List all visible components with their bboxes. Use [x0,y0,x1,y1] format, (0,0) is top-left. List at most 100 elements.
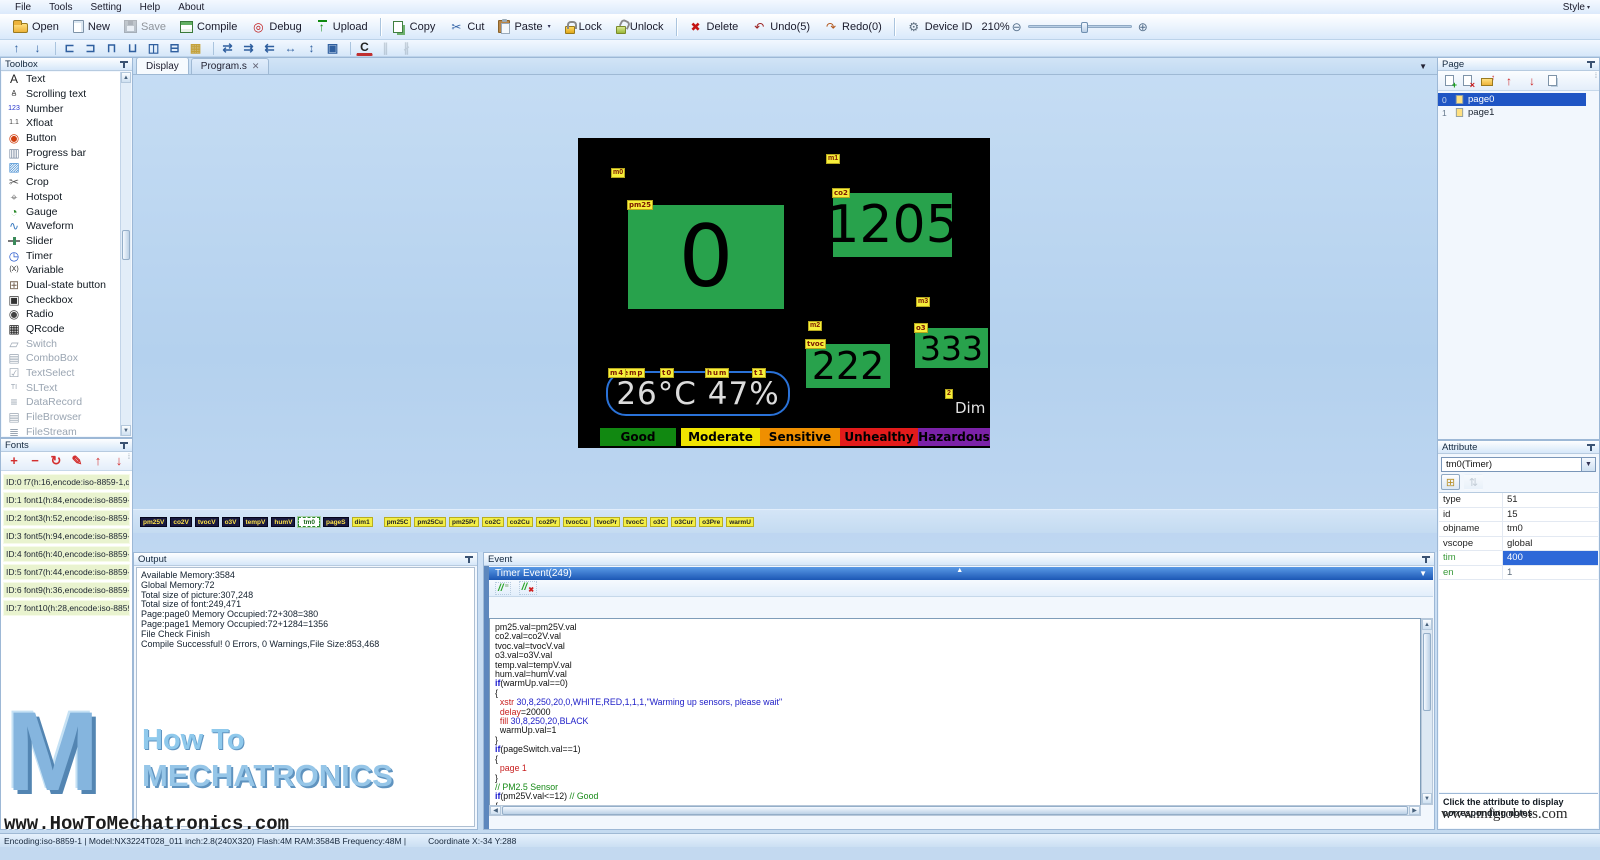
toolbox-item-radio[interactable]: ◉Radio [2,307,120,322]
scrollbar-thumb[interactable] [502,806,1408,815]
component-tag-o3[interactable]: o3 [914,323,928,333]
object-tag-pm25Cu[interactable]: pm25Cu [414,517,446,527]
same-size-button[interactable]: ▣ [324,41,341,55]
copy-button[interactable]: Copy [386,18,443,36]
same-height-button[interactable]: ↕ [303,41,320,55]
zoom-slider-thumb[interactable] [1081,22,1088,33]
component-tag-m3[interactable]: m3 [916,297,930,307]
attribute-category-button[interactable]: ⊞ [1441,474,1460,490]
design-canvas[interactable]: DisplayProgram.s✕▼ m0 m1 m2 m3 pm25 0 co… [133,57,1437,552]
component-tag-m4[interactable]: m4 [608,368,626,378]
timer-event-bar[interactable]: Timer Event(249) ▲ ▼ [489,567,1433,580]
toolbox-item-xfloat[interactable]: 1.1Xfloat [2,116,120,131]
upload-button[interactable]: Upload [309,17,375,36]
menu-help[interactable]: Help [131,2,170,13]
comment-add-button[interactable]: //≡ [495,582,511,595]
aqi-segment-hazardous[interactable]: Hazardous [918,428,990,446]
page-page-del-button[interactable] [1463,72,1472,90]
same-width-button[interactable]: ↔ [282,41,299,55]
cut-button[interactable]: ✂Cut [442,17,491,37]
code-horizontal-scrollbar[interactable]: ◀ ▶ [489,805,1421,816]
center-horizontal-button[interactable]: ◫ [145,41,162,55]
component-tag-t0[interactable]: t0 [660,368,674,378]
device-id-button[interactable]: ⚙Device ID [900,17,980,37]
font-list-item[interactable]: ID:7 font10(h:28,encode:iso-8859-1,q [3,600,130,616]
pin-icon[interactable] [1422,555,1430,564]
pin-icon[interactable] [465,555,473,564]
font-refresh-button[interactable]: ↻ [50,454,62,468]
toolbox-scrollbar[interactable]: ▲ ▼ [120,72,131,436]
move-up-button[interactable]: ↑ [8,41,25,55]
toolbox-item-picture[interactable]: ▨Picture [2,160,120,175]
attribute-row-type[interactable]: type51 [1439,493,1598,508]
page-page-exp-button[interactable] [1481,72,1493,90]
chevron-down-icon[interactable]: ▼ [1581,458,1595,471]
aqi-segment-unhealthy[interactable]: Unhealthy [840,428,918,446]
font-remove-button[interactable]: − [29,454,41,468]
font-list-item[interactable]: ID:2 font3(h:52,encode:iso-8859-1,qty [3,510,130,526]
toolbox-item-dual-state-button[interactable]: ⊞Dual-state button [2,278,120,293]
debug-button[interactable]: ◎Debug [244,17,308,37]
show-grid-button[interactable]: ▦ [187,41,204,55]
tvoc-number-widget[interactable]: tvoc 222 [806,344,890,388]
scroll-left-icon[interactable]: ◀ [490,806,501,815]
attribute-value[interactable]: global [1503,537,1598,551]
font-list-item[interactable]: ID:4 font6(h:40,encode:iso-8859-1,qty [3,546,130,562]
object-tag-pm25C[interactable]: pm25C [384,517,412,527]
object-tag-pm25Pr[interactable]: pm25Pr [449,517,479,527]
toolbox-item-slider[interactable]: Slider [2,234,120,249]
attribute-row-id[interactable]: id15 [1439,508,1598,523]
temp-hum-widget[interactable]: m4 temp t0 hum t1 26°C 47% [606,371,790,416]
event-code-editor[interactable]: pm25.val=pm25V.valco2.val=co2V.valtvoc.v… [489,618,1421,816]
align-left-button[interactable]: ⊏ [61,41,78,55]
scroll-down-icon[interactable]: ▼ [121,425,131,436]
code-vertical-scrollbar[interactable]: ▲ ▼ [1421,618,1433,805]
component-tag-m0[interactable]: m0 [611,168,625,178]
font-list-item[interactable]: ID:5 font7(h:44,encode:iso-8859-1,qty [3,564,130,580]
object-tag-co2C[interactable]: co2C [482,517,504,527]
page-arrow-up-red-button[interactable]: ↑ [1502,72,1516,90]
redo-button[interactable]: ↷Redo(0) [817,17,889,37]
pin-icon[interactable] [120,441,128,450]
object-tag-tvocCu[interactable]: tvocCu [563,517,591,527]
object-tag-tm0[interactable]: tm0 [298,517,320,527]
font-list-item[interactable]: ID:3 font5(h:94,encode:iso-8859-1,qty [3,528,130,544]
menu-file[interactable]: File [6,2,40,13]
zoom-out-icon[interactable]: ⊖ [1012,20,1022,34]
menu-tools[interactable]: Tools [40,2,81,13]
component-tag-co2[interactable]: co2 [832,188,850,198]
compile-button[interactable]: Compile [173,18,244,36]
toolbox-item-text[interactable]: AText [2,72,120,87]
object-tag-o3C[interactable]: o3C [650,517,668,527]
style-menu[interactable]: Style ▾ [1563,2,1594,13]
object-tag-pm25V[interactable]: pm25V [140,517,167,527]
object-tag-tvocC[interactable]: tvocC [623,517,647,527]
undo-button[interactable]: ↶Undo(5) [745,17,817,37]
zoom-in-icon[interactable]: ⊕ [1138,20,1148,34]
tab-overflow-icon[interactable]: ▼ [1419,62,1427,71]
move-down-button[interactable]: ↓ [29,41,46,55]
comment-remove-button[interactable]: //✖ [519,581,537,595]
toolbox-item-timer[interactable]: ◷Timer [2,248,120,263]
scroll-down-icon[interactable]: ▼ [1422,793,1432,804]
chevron-down-icon[interactable]: ▼ [1419,569,1427,578]
attribute-sort-button[interactable]: ⇅ [1464,474,1483,490]
menu-setting[interactable]: Setting [81,2,130,13]
scroll-up-icon[interactable]: ▲ [1422,619,1432,630]
object-tag-dim1[interactable]: dim1 [352,517,373,527]
overflow-icon[interactable]: ⁞ [128,454,130,461]
object-tag-o3V[interactable]: o3V [222,517,240,527]
pin-icon[interactable] [1587,443,1595,452]
component-tag-m2[interactable]: m2 [808,321,822,331]
toolbox-item-number[interactable]: 123Number [2,101,120,116]
object-tag-warmU[interactable]: warmU [726,517,754,527]
attribute-row-vscope[interactable]: vscopeglobal [1439,537,1598,552]
object-tag-tvocPr[interactable]: tvocPr [594,517,620,527]
font-move-down-button[interactable]: ↓ [113,454,125,468]
font-list-item[interactable]: ID:6 font9(h:36,encode:iso-8859-1,qty [3,582,130,598]
paste-button[interactable]: Paste▾ [491,17,557,36]
font-import-button[interactable]: ✎ [71,454,83,468]
attribute-value[interactable]: 1 [1503,566,1598,580]
font-move-up-button[interactable]: ↑ [92,454,104,468]
attribute-row-objname[interactable]: objnametm0 [1439,522,1598,537]
